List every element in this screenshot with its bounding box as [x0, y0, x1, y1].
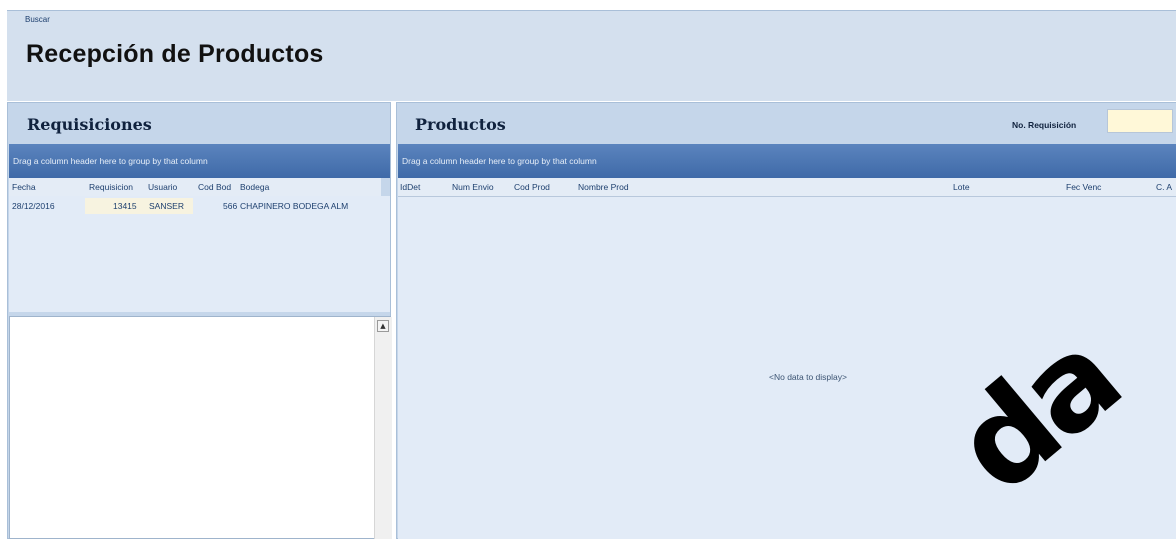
requisicion-input[interactable] [1107, 109, 1173, 133]
column-header-requisicion[interactable]: Requisicion [89, 182, 133, 192]
memo-scrollbar[interactable]: ▲ [374, 317, 392, 539]
productos-column-headers: IdDet Num Envio Cod Prod Nombre Prod Lot… [398, 178, 1176, 197]
column-header-num-envio[interactable]: Num Envio [452, 182, 494, 192]
requisiciones-title: Requisiciones [27, 115, 152, 134]
cell-cod-bod: 566 [223, 201, 238, 211]
cell-fecha: 28/12/2016 [12, 201, 55, 211]
group-hint: Drag a column header here to group by th… [402, 156, 597, 166]
requisicion-label: No. Requisición [1012, 120, 1077, 130]
requisiciones-group-panel[interactable]: Drag a column header here to group by th… [9, 144, 390, 178]
table-row[interactable]: 28/12/2016 13415 SANSER 566 CHAPINERO BO… [9, 198, 381, 214]
requisiciones-column-headers: Fecha Requisicion Usuario Cod Bod Bodega [9, 178, 381, 197]
no-data-text: <No data to display> [769, 372, 847, 382]
column-header-fecha[interactable]: Fecha [12, 182, 36, 192]
notes-memo[interactable] [9, 316, 391, 539]
top-strip [0, 0, 1176, 10]
column-header-fec-venc[interactable]: Fec Venc [1066, 182, 1101, 192]
column-header-bodega[interactable]: Bodega [240, 182, 269, 192]
column-header-lote[interactable]: Lote [953, 182, 970, 192]
search-link[interactable]: Buscar [25, 15, 50, 24]
column-header-usuario[interactable]: Usuario [148, 182, 177, 192]
productos-group-panel[interactable]: Drag a column header here to group by th… [398, 144, 1176, 178]
column-header-nombre-prod[interactable]: Nombre Prod [578, 182, 629, 192]
cell-bodega: CHAPINERO BODEGA ALM [240, 201, 349, 211]
productos-title: Productos [415, 115, 506, 134]
column-header-cod-bod[interactable]: Cod Bod [198, 182, 231, 192]
cell-requisicion: 13415 [113, 201, 137, 211]
cell-usuario: SANSER [149, 201, 184, 211]
column-header-iddet[interactable]: IdDet [400, 182, 420, 192]
page-title: Recepción de Productos [26, 40, 324, 68]
scroll-up-icon[interactable]: ▲ [377, 320, 389, 332]
column-header-c-a[interactable]: C. A [1156, 182, 1172, 192]
group-hint: Drag a column header here to group by th… [13, 156, 208, 166]
column-header-cod-prod[interactable]: Cod Prod [514, 182, 550, 192]
